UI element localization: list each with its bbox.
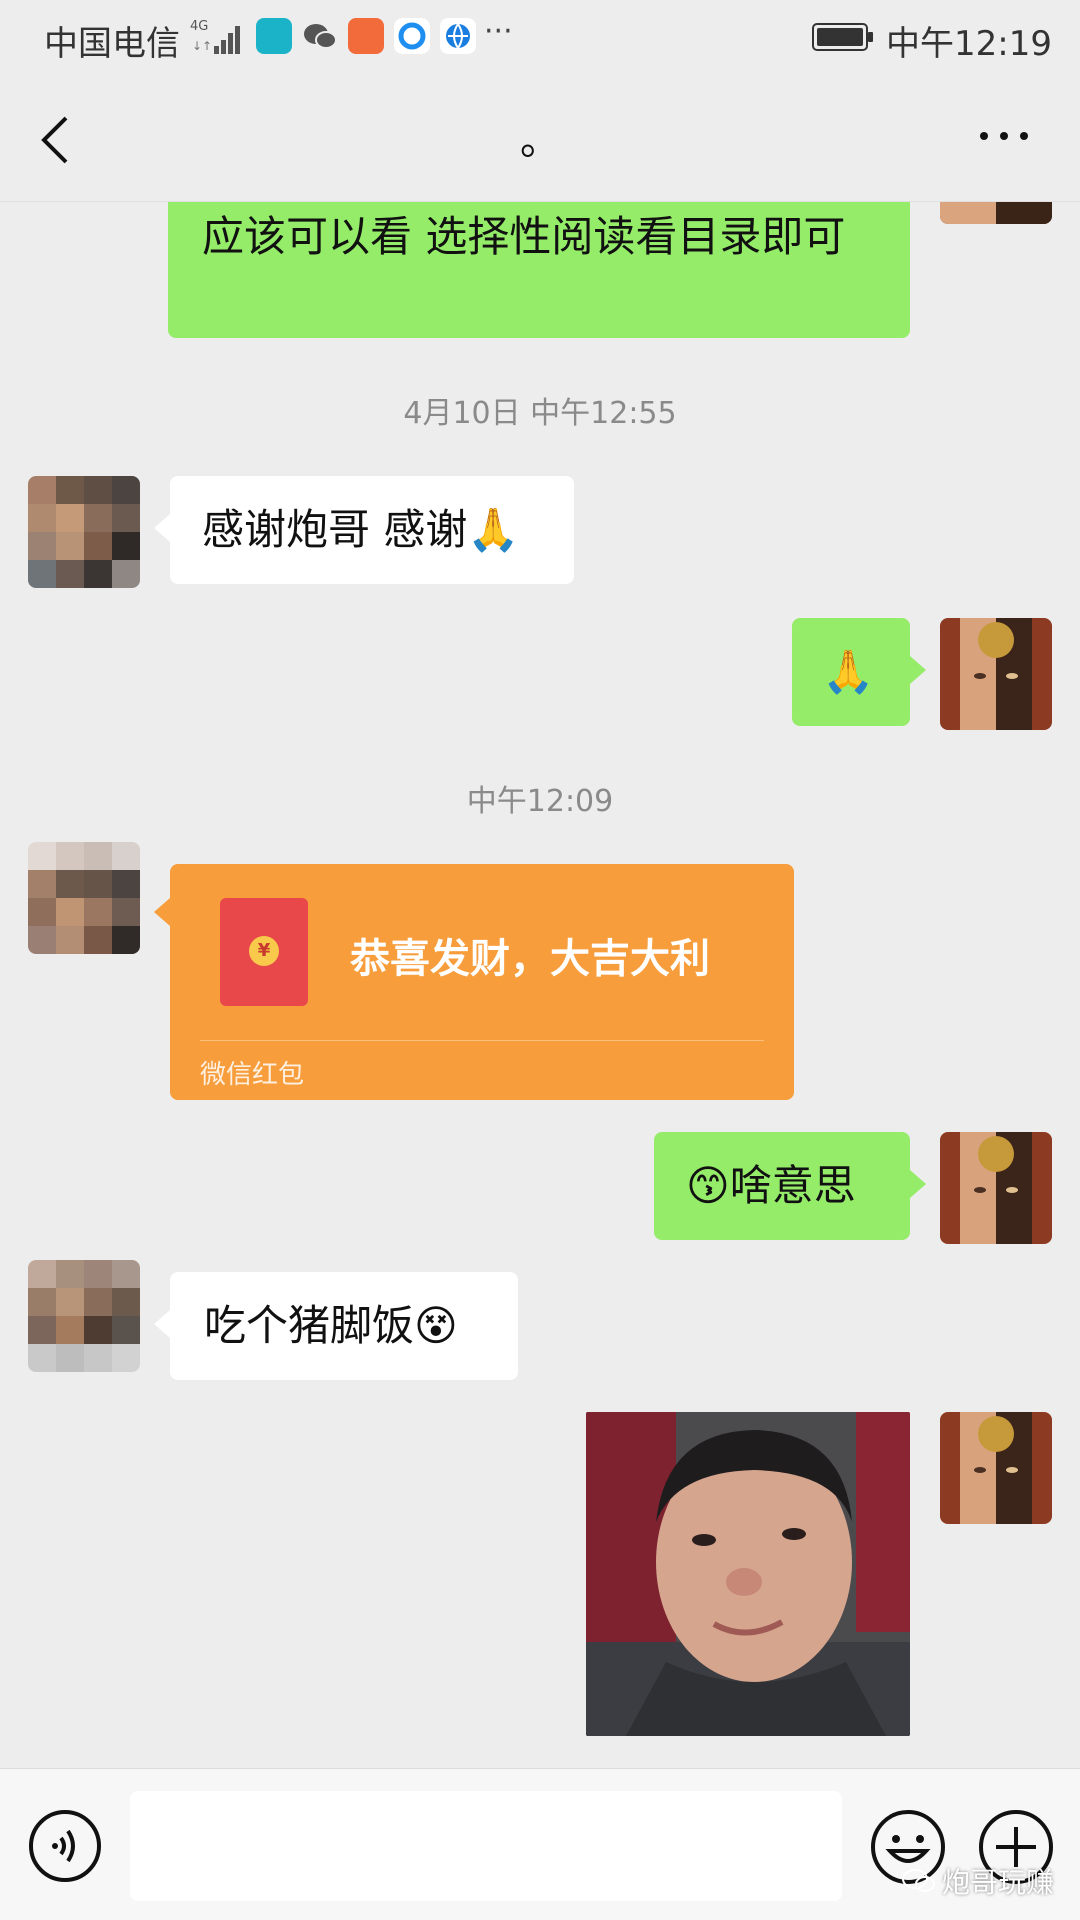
red-packet-title: 恭喜发财，大吉大利 — [350, 936, 710, 982]
bubble-tail — [154, 514, 170, 542]
watermark-text: 炮哥玩赚 — [942, 1866, 1055, 1899]
message-text: 😙啥意思 — [686, 1161, 856, 1210]
contact-avatar[interactable] — [28, 842, 140, 954]
timestamp: 中午12:09 — [466, 784, 614, 819]
health-app-icon — [348, 18, 384, 54]
message-input[interactable] — [130, 1791, 842, 1901]
red-packet-label: 微信红包 — [200, 1060, 305, 1090]
divider — [200, 1040, 764, 1041]
coin-icon: ¥ — [249, 936, 279, 966]
contact-avatar[interactable] — [28, 1260, 140, 1372]
wechat-icon — [304, 24, 337, 49]
contact-message-bubble[interactable]: 感谢炮哥 感谢🙏 — [170, 476, 574, 584]
message-text: 🙏 — [822, 647, 875, 696]
bubble-tail — [910, 656, 926, 684]
sticker-image[interactable] — [586, 1412, 910, 1736]
message-text: 吃个猪脚饭😵 — [204, 1301, 458, 1350]
my-message-bubble[interactable]: 🙏 — [792, 618, 910, 726]
voice-input-icon[interactable] — [28, 1809, 102, 1883]
message-text: 应该可以看 选择性阅读看目录即可 — [202, 212, 846, 261]
timestamp: 4月10日 中午12:55 — [403, 396, 677, 431]
red-packet-card[interactable]: ¥ 恭喜发财，大吉大利 微信红包 — [154, 864, 794, 1100]
clock: 中午12:19 — [886, 24, 1052, 64]
svg-text:4G: 4G — [190, 19, 208, 34]
bubble-tail — [910, 1170, 926, 1198]
more-notifications-icon: ··· — [484, 14, 513, 49]
reader-app-icon — [256, 18, 292, 54]
wechat-watermark-icon — [902, 1869, 935, 1892]
my-avatar[interactable] — [940, 618, 1052, 730]
browser-icon — [440, 18, 476, 54]
message-text: 感谢炮哥 感谢🙏 — [202, 505, 520, 554]
bubble-tail — [154, 898, 170, 926]
notification-icons — [256, 18, 476, 54]
signal-icon: 4G ↓↑ — [190, 19, 240, 54]
qq-browser-icon — [394, 18, 430, 54]
status-bar: 中国电信 4G ↓↑ ··· 中午12:19 — [0, 0, 1080, 76]
watermark: 炮哥玩赚 — [902, 1861, 1054, 1901]
input-bar: 炮哥玩赚 — [0, 1768, 1080, 1920]
chat-title: 。 — [520, 118, 560, 164]
red-envelope-icon: ¥ — [220, 898, 308, 1006]
my-message-bubble[interactable]: 应该可以看 选择性阅读看目录即可 — [168, 202, 910, 338]
battery-icon — [812, 23, 873, 51]
contact-avatar[interactable] — [28, 476, 140, 588]
my-avatar[interactable] — [940, 202, 1052, 224]
my-message-bubble[interactable]: 😙啥意思 — [654, 1132, 910, 1240]
my-avatar[interactable] — [940, 1412, 1052, 1524]
carrier-name: 中国电信 — [44, 24, 180, 64]
svg-text:↓↑: ↓↑ — [192, 39, 212, 53]
chat-header: 。 — [0, 76, 1080, 202]
more-options-icon[interactable] — [976, 116, 1032, 156]
contact-message-bubble[interactable]: 吃个猪脚饭😵 — [170, 1272, 518, 1380]
my-avatar[interactable] — [940, 1132, 1052, 1244]
bubble-tail — [154, 1310, 170, 1338]
message-list[interactable]: 应该可以看 选择性阅读看目录即可 4月10日 中午12:55 感谢炮哥 感谢🙏 … — [0, 202, 1080, 1768]
